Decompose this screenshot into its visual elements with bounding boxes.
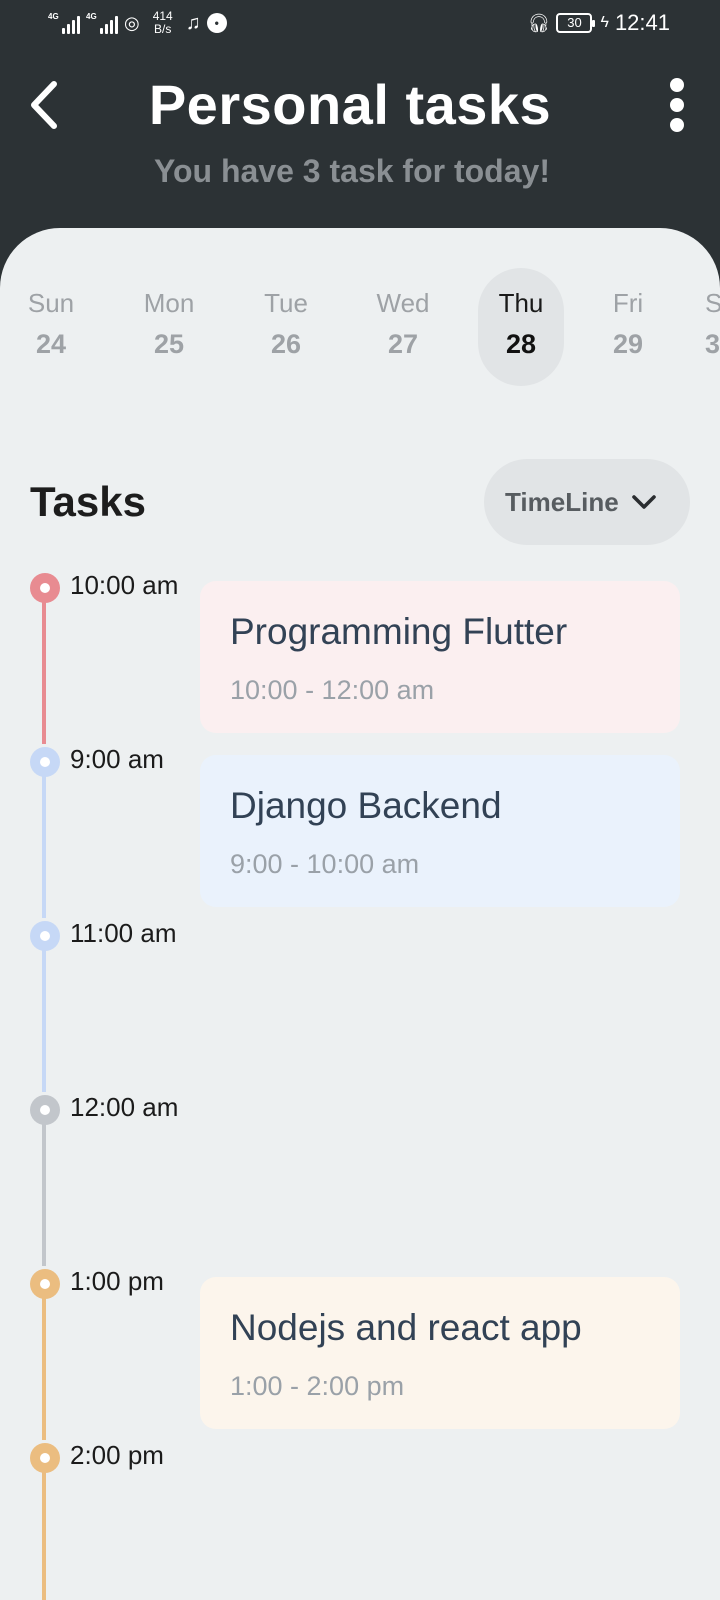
network-speed-unit: B/s: [154, 22, 172, 36]
day-date: 27: [387, 329, 419, 359]
timeline-line: [42, 1456, 46, 1600]
task-card[interactable]: Programming Flutter 10:00 - 12:00 am: [200, 581, 680, 733]
day-sat-partial[interactable]: S 3: [705, 268, 720, 386]
task-card[interactable]: Django Backend 9:00 - 10:00 am: [200, 755, 680, 907]
task-card[interactable]: Nodejs and react app 1:00 - 2:00 pm: [200, 1277, 680, 1429]
battery-icon: 30: [556, 13, 596, 33]
task-title: Nodejs and react app: [230, 1307, 582, 1348]
day-name: Sun: [27, 288, 75, 318]
timeline-item: 2:00 pm: [0, 1440, 720, 1600]
task-time-range: 10:00 - 12:00 am: [230, 675, 435, 705]
view-mode-dropdown[interactable]: TimeLine: [484, 459, 690, 545]
day-name: Fri: [612, 288, 644, 318]
timeline-dot-icon: [30, 573, 60, 603]
network-type-1: 4G: [48, 12, 59, 21]
day-tue[interactable]: Tue 26: [243, 268, 329, 386]
timeline-dot-icon: [30, 1269, 60, 1299]
task-time-range: 9:00 - 10:00 am: [230, 849, 420, 879]
timeline-time: 2:00 pm: [70, 1440, 164, 1470]
timeline-time: 12:00 am: [70, 1092, 179, 1122]
status-bar: 4G 4G ◎ 414 B/s ♫ • 🎧︎ 30 ϟ 12:41: [0, 0, 720, 48]
status-right: 🎧︎ 30 ϟ 12:41: [528, 10, 670, 36]
clock: 12:41: [614, 10, 670, 35]
timeline-dot-icon: [30, 1443, 60, 1473]
day-fri[interactable]: Fri 29: [585, 268, 671, 386]
network-speed: 414 B/s: [146, 10, 180, 36]
day-thu-selected[interactable]: Thu 28: [478, 268, 564, 386]
view-mode-label: TimeLine: [505, 486, 619, 517]
day-date: 26: [270, 329, 302, 359]
task-title: Django Backend: [230, 785, 502, 826]
signal-icon-2: 4G: [86, 12, 118, 34]
content-sheet: Sun 24 Mon 25 Tue 26 Wed 27 Thu 28 Fri 2…: [0, 228, 720, 1600]
timeline-line: [42, 1282, 46, 1440]
status-left: 4G 4G ◎ 414 B/s ♫ •: [48, 10, 227, 36]
timeline-item: 11:00 am: [0, 918, 720, 1092]
headset-icon: 🎧︎: [527, 12, 551, 33]
more-vertical-icon[interactable]: [668, 78, 686, 132]
timeline-line: [42, 1108, 46, 1266]
charging-icon: ϟ: [600, 14, 609, 31]
day-date: 25: [153, 329, 185, 359]
timeline-item: 9:00 am Django Backend 9:00 - 10:00 am: [0, 744, 720, 918]
day-sun[interactable]: Sun 24: [8, 268, 94, 386]
timeline-time: 10:00 am: [70, 570, 179, 600]
day-date: 29: [612, 329, 644, 359]
task-time-range: 1:00 - 2:00 pm: [230, 1371, 405, 1401]
day-mon[interactable]: Mon 25: [126, 268, 212, 386]
day-date: 3: [705, 329, 720, 359]
timeline-time: 9:00 am: [70, 744, 164, 774]
day-date: 24: [35, 329, 67, 359]
chevron-down-icon: [631, 495, 656, 509]
timeline-dot-icon: [30, 921, 60, 951]
timeline-item: 12:00 am: [0, 1092, 720, 1266]
network-type-2: 4G: [86, 12, 97, 21]
day-name: S: [705, 288, 720, 318]
day-name: Wed: [376, 288, 430, 318]
day-date: 28: [505, 329, 537, 359]
day-name: Mon: [143, 288, 195, 318]
timeline-line: [42, 760, 46, 918]
page-subtitle: You have 3 task for today!: [154, 153, 550, 189]
timeline-item: 10:00 am Programming Flutter 10:00 - 12:…: [0, 570, 720, 744]
hotspot-icon: ◎: [124, 13, 140, 33]
page-title: Personal tasks: [148, 73, 552, 136]
timeline-dot-icon: [30, 1095, 60, 1125]
date-strip[interactable]: Sun 24 Mon 25 Tue 26 Wed 27 Thu 28 Fri 2…: [0, 268, 720, 386]
day-name: Tue: [264, 288, 308, 318]
timeline-item: 1:00 pm Nodejs and react app 1:00 - 2:00…: [0, 1266, 720, 1440]
timeline-dot-icon: [30, 747, 60, 777]
timeline-line: [42, 934, 46, 1092]
timeline-time: 1:00 pm: [70, 1266, 164, 1296]
day-wed[interactable]: Wed 27: [360, 268, 446, 386]
notification-icon: •: [206, 13, 227, 33]
timeline-line: [42, 586, 46, 744]
music-icon: ♫: [185, 12, 201, 34]
day-name: Thu: [498, 288, 544, 318]
task-title: Programming Flutter: [230, 611, 568, 652]
tasks-heading: Tasks: [30, 478, 146, 525]
timeline-time: 11:00 am: [70, 918, 177, 948]
signal-icon: 4G: [48, 12, 80, 34]
